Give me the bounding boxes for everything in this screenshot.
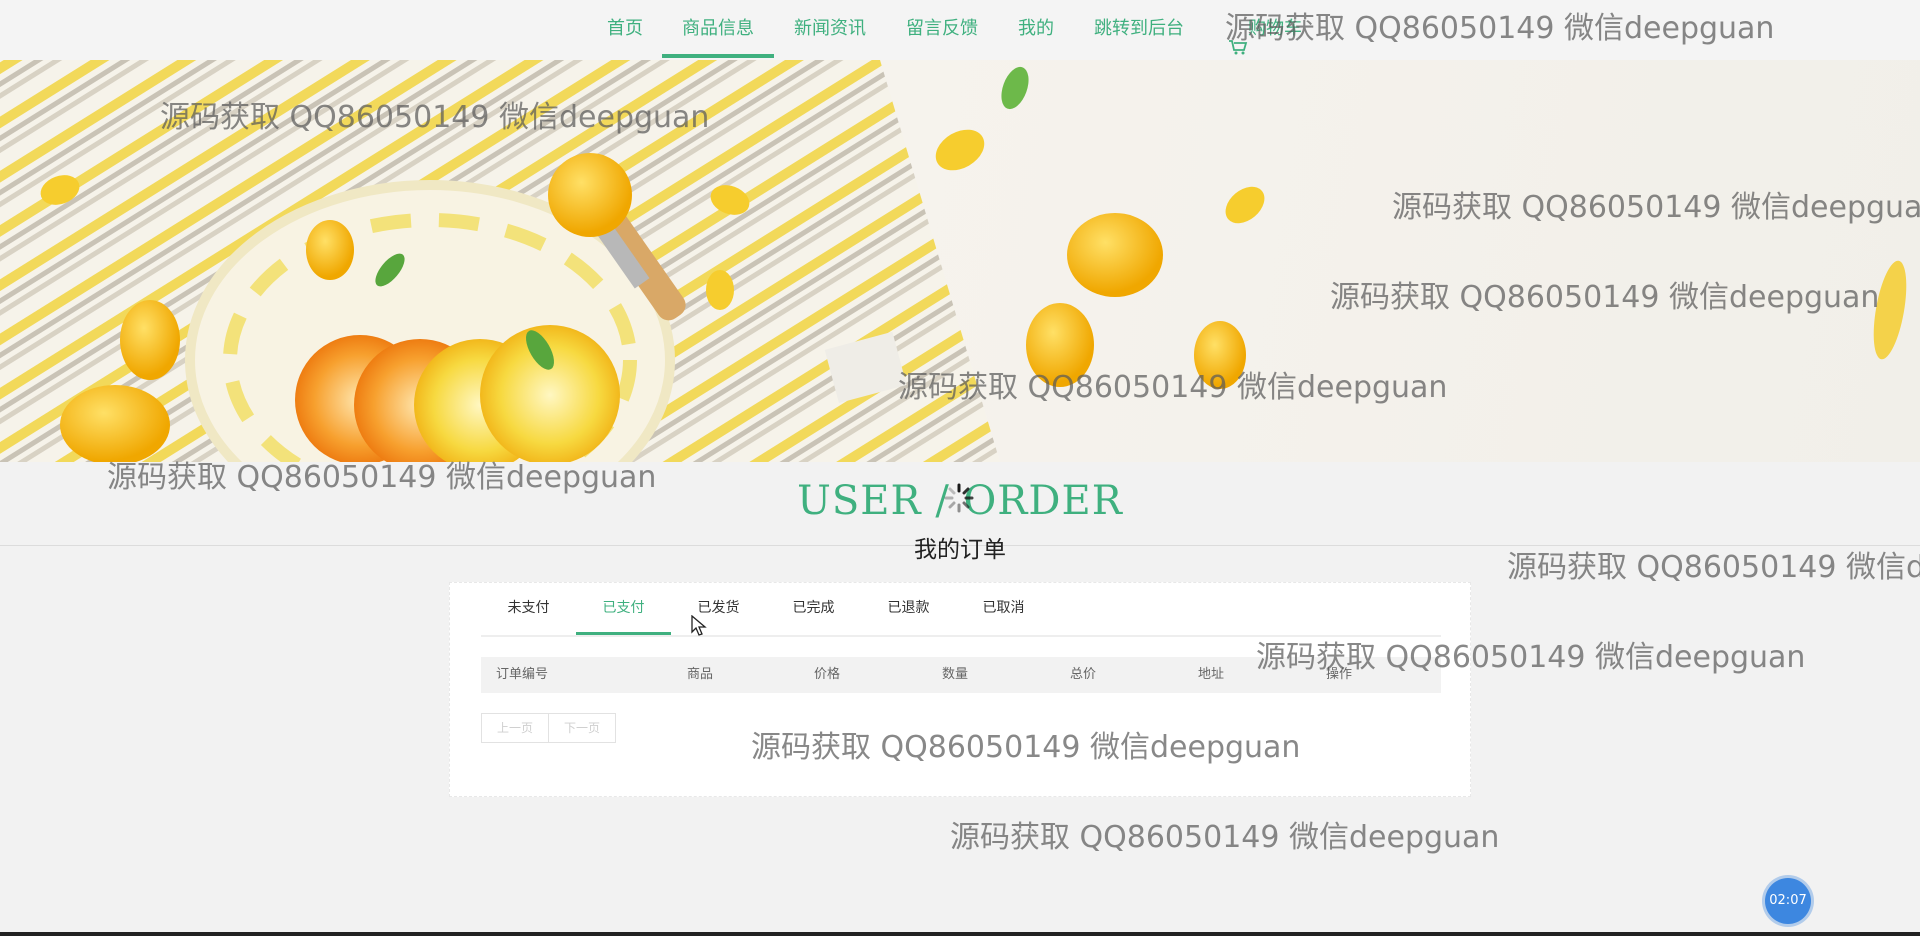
prev-page-button[interactable]: 上一页 (482, 714, 548, 742)
nav-cart[interactable]: 购物车 (1228, 0, 1302, 60)
order-panel: 未支付 已支付 已发货 已完成 已退款 已取消 订单编号 商品 价格 数量 总价… (449, 582, 1471, 797)
hero-banner (0, 60, 1920, 462)
tab-unpaid[interactable]: 未支付 (481, 583, 576, 635)
mouse-cursor-icon (691, 615, 707, 636)
tab-active-indicator (576, 632, 671, 635)
column-header-product: 商品 (687, 667, 714, 682)
column-header-address: 地址 (1198, 667, 1225, 682)
nav-admin[interactable]: 跳转到后台 (1094, 0, 1184, 60)
nav-cart-label: 购物车 (1248, 18, 1302, 39)
section-subtitle: 我的订单 (914, 537, 1006, 563)
banner-image (0, 60, 1907, 462)
pagination: 上一页 下一页 (481, 713, 616, 743)
nav-news[interactable]: 新闻资讯 (794, 0, 866, 60)
tab-cancelled[interactable]: 已取消 (956, 583, 1051, 635)
tab-refunded[interactable]: 已退款 (861, 583, 956, 635)
column-header-actions: 操作 (1326, 667, 1353, 682)
column-header-total: 总价 (1070, 667, 1097, 682)
watermark-text: 源码获取 QQ86050149 微信deepguan (950, 820, 1500, 855)
nav-products[interactable]: 商品信息 (682, 0, 754, 60)
timer-badge: 02:07 (1765, 878, 1811, 924)
tab-shipped[interactable]: 已发货 (671, 583, 766, 635)
nav-active-indicator (662, 54, 774, 58)
top-navigation: 首页 商品信息 新闻资讯 留言反馈 我的 跳转到后台 购物车 (0, 0, 1920, 60)
loading-spinner-icon (944, 483, 974, 513)
column-header-price: 价格 (814, 667, 841, 682)
next-page-button[interactable]: 下一页 (548, 714, 615, 742)
nav-feedback[interactable]: 留言反馈 (906, 0, 978, 60)
orders-table-header: 订单编号 商品 价格 数量 总价 地址 操作 (481, 657, 1441, 693)
tab-paid[interactable]: 已支付 (576, 583, 671, 635)
bottom-edge (0, 932, 1920, 936)
column-header-quantity: 数量 (942, 667, 969, 682)
column-header-order-id: 订单编号 (496, 667, 549, 682)
nav-mine[interactable]: 我的 (1018, 0, 1054, 60)
order-status-tabs: 未支付 已支付 已发货 已完成 已退款 已取消 (481, 583, 1441, 637)
tab-completed[interactable]: 已完成 (766, 583, 861, 635)
cart-icon (1228, 21, 1248, 55)
nav-home[interactable]: 首页 (607, 0, 643, 60)
